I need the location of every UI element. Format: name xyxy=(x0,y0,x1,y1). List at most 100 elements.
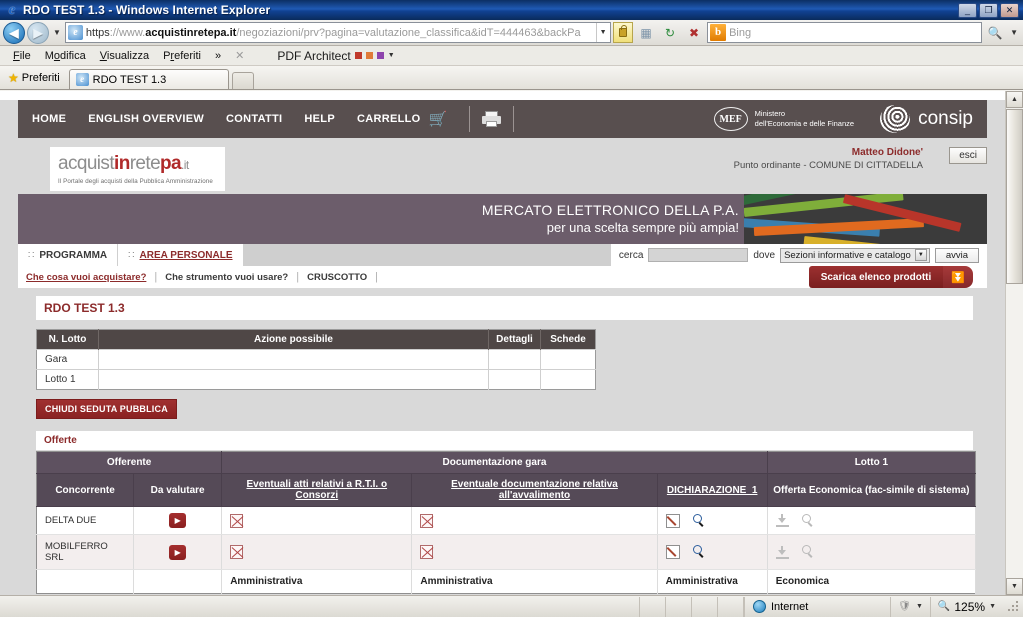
cell-dettagli-lotto1 xyxy=(488,369,541,390)
favorites-button[interactable]: ★ Preferiti xyxy=(4,68,66,89)
maximize-button[interactable]: ❐ xyxy=(979,2,998,18)
menu-modifica[interactable]: Modifica xyxy=(38,48,93,64)
tab-area-personale-label[interactable]: AREA PERSONALE xyxy=(140,250,233,261)
zone-label: Internet xyxy=(771,600,809,613)
menu-preferiti[interactable]: Preferiti xyxy=(156,48,208,64)
scroll-down-button[interactable]: ▼ xyxy=(1006,578,1023,595)
site-top-navigation: HOME ENGLISH OVERVIEW CONTATTI HELP CARR… xyxy=(18,100,987,138)
valuta-arrow-button[interactable]: ▶ xyxy=(169,544,187,560)
site-container: HOME ENGLISH OVERVIEW CONTATTI HELP CARR… xyxy=(0,100,1005,595)
print-page-icon[interactable] xyxy=(482,111,502,127)
magnifier-icon[interactable] xyxy=(692,513,706,528)
menu-file[interactable]: FFileile xyxy=(6,48,38,64)
search-input[interactable]: Bing xyxy=(729,27,981,39)
stop-icon[interactable]: ✖ xyxy=(683,22,705,43)
compatibility-view-icon[interactable]: ▦ xyxy=(635,22,657,43)
url-path: /negoziazioni/prv?pagina=valutazione_cla… xyxy=(236,26,581,39)
valuta-arrow-button[interactable]: ▶ xyxy=(169,513,187,528)
scroll-up-button[interactable]: ▲ xyxy=(1006,91,1023,108)
protected-caret-icon[interactable]: ▼ xyxy=(916,603,923,610)
menu-close-icon[interactable]: ✕ xyxy=(228,47,251,64)
col-schede: Schede xyxy=(540,329,596,350)
edit-icon[interactable] xyxy=(665,545,680,559)
search-submit-button[interactable]: avvia xyxy=(934,247,979,263)
zoom-control[interactable]: 🔍 125% ▼ xyxy=(929,596,1003,617)
site-logo[interactable]: acquistinretepa.it Il Portale degli acqu… xyxy=(50,147,225,191)
scarica-elenco-prodotti-button[interactable]: Scarica elenco prodotti ⏬ xyxy=(808,266,973,288)
search-submit-icon[interactable]: 🔍 xyxy=(984,22,1006,43)
chevron-down-icon: ▼ xyxy=(914,249,927,261)
cart-icon[interactable]: 🛒 xyxy=(428,110,447,128)
consip-mark-icon xyxy=(880,105,911,133)
nav-carrello[interactable]: CARRELLO xyxy=(357,113,421,125)
logout-button[interactable]: esci xyxy=(949,147,987,164)
refresh-icon[interactable]: ↻ xyxy=(659,22,681,43)
pdf-icon-3[interactable] xyxy=(376,52,384,59)
site-search-input[interactable] xyxy=(648,248,749,262)
scrollbar-track[interactable] xyxy=(1006,284,1023,578)
subnav-che-cosa[interactable]: Che cosa vuoi acquistare? xyxy=(26,272,146,283)
group-lotto-1: Lotto 1 xyxy=(767,451,976,474)
page-title-bar: RDO TEST 1.3 xyxy=(36,296,973,320)
col-avvalimento[interactable]: Eventuale documentazione relativa all'av… xyxy=(451,479,618,501)
search-box[interactable]: b Bing xyxy=(707,22,983,43)
zoom-level: 125% xyxy=(954,599,986,614)
vertical-scrollbar[interactable]: ▲ ▼ xyxy=(1005,91,1023,595)
url-dropdown-icon[interactable]: ▼ xyxy=(596,23,609,42)
col-dettagli: Dettagli xyxy=(488,329,541,350)
ssl-lock-icon xyxy=(613,22,634,43)
foot-dichiarazione-type: Amministrativa xyxy=(657,569,768,594)
nav-divider-right xyxy=(513,106,515,132)
hero-line-2: per una scelta sempre più ampia! xyxy=(546,220,739,235)
scrollbar-thumb[interactable] xyxy=(1006,109,1023,284)
user-role: Punto ordinante - COMUNE DI CITTADELLA xyxy=(733,160,923,171)
nav-home[interactable]: HOME xyxy=(32,113,66,125)
minimize-button[interactable]: _ xyxy=(958,2,977,18)
pdf-architect-label: PDF Architect xyxy=(277,48,351,63)
menu-visualizza[interactable]: Visualizza xyxy=(93,48,156,64)
pdf-icon-1[interactable] xyxy=(354,52,362,59)
cell-avvalimento-2 xyxy=(411,534,658,570)
ie-logo-icon: e xyxy=(8,2,16,18)
magnifier-icon[interactable] xyxy=(692,545,706,559)
protected-mode-indicator[interactable]: 🛡 ▼ xyxy=(890,596,930,617)
close-button[interactable]: ✕ xyxy=(1000,2,1019,18)
search-provider-caret-icon[interactable]: ▼ xyxy=(1008,28,1020,37)
search-scope-select[interactable]: Sezioni informative e catalogo ▼ xyxy=(780,247,930,263)
tab-area-personale[interactable]: ∷ AREA PERSONALE xyxy=(118,244,244,266)
broken-image-icon[interactable] xyxy=(230,513,244,528)
logo-tagline: Il Portale degli acquisti della Pubblica… xyxy=(58,178,213,185)
forward-button[interactable]: ▶ xyxy=(27,21,49,44)
web-page: HOME ENGLISH OVERVIEW CONTATTI HELP CARR… xyxy=(0,91,1005,595)
col-da-valutare: Da valutare xyxy=(133,473,223,507)
nav-help[interactable]: HELP xyxy=(304,113,335,125)
menu-overflow[interactable]: » xyxy=(208,48,228,64)
history-caret-icon[interactable]: ▼ xyxy=(51,28,63,37)
col-dichiarazione-1[interactable]: DICHIARAZIONE_1 xyxy=(667,485,758,496)
tab-programma[interactable]: ∷ PROGRAMMA xyxy=(18,244,119,266)
subnav-sep-1: | xyxy=(154,271,158,283)
cell-rti-2 xyxy=(221,534,413,570)
back-button[interactable]: ◀ xyxy=(3,21,25,44)
download-icon xyxy=(775,545,789,559)
new-tab-button[interactable] xyxy=(231,72,254,89)
nav-contatti[interactable]: CONTATTI xyxy=(226,113,282,125)
subnav-che-strumento[interactable]: Che strumento vuoi usare? xyxy=(165,272,288,283)
broken-image-icon[interactable] xyxy=(230,545,244,559)
chiudi-seduta-pubblica-button[interactable]: CHIUDI SEDUTA PUBBLICA xyxy=(36,399,177,419)
pdf-caret-icon[interactable]: ▼ xyxy=(388,52,395,59)
security-zone[interactable]: Internet xyxy=(744,596,890,617)
browser-tab[interactable]: e RDO TEST 1.3 xyxy=(68,69,229,89)
edit-icon[interactable] xyxy=(665,513,680,528)
zoom-caret-icon[interactable]: ▼ xyxy=(989,603,996,610)
nav-english-overview[interactable]: ENGLISH OVERVIEW xyxy=(88,113,204,125)
group-offerente: Offerente xyxy=(36,451,223,474)
url-bar[interactable]: e https://www.acquistinretepa.it/negozia… xyxy=(64,22,612,43)
url-separator: ://www. xyxy=(109,26,146,39)
subnav-cruscotto[interactable]: CRUSCOTTO xyxy=(307,272,367,283)
pdf-icon-2[interactable] xyxy=(365,52,373,59)
broken-image-icon[interactable] xyxy=(420,545,434,559)
resize-grip[interactable] xyxy=(1007,600,1021,614)
broken-image-icon[interactable] xyxy=(420,513,434,528)
col-rti-consorzi[interactable]: Eventuali atti relativi a R.T.I. o Conso… xyxy=(246,479,387,501)
